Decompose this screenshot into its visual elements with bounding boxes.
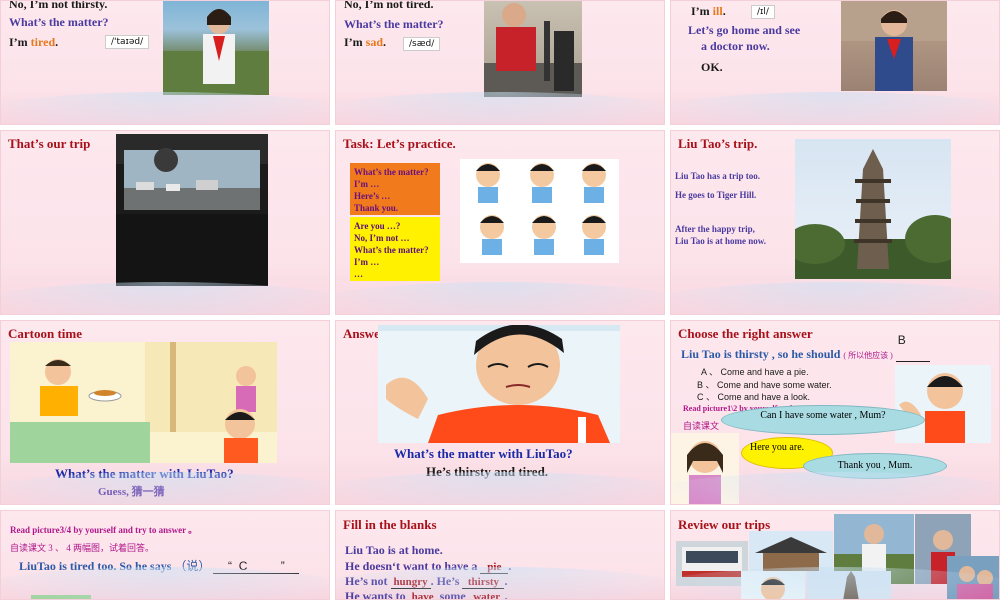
slide3-line1: I’m ill. bbox=[691, 4, 726, 18]
slide10-instruction-cn: 自读课文 3 、 4 两幅图，试着回答。 bbox=[10, 543, 155, 553]
slide6-line1: Liu Tao has a trip too. bbox=[675, 171, 761, 181]
review-bus-photo bbox=[676, 541, 748, 586]
slide11-line2: He doesn‘t want to have a pie. bbox=[345, 559, 512, 574]
slide6-line4: Liu Tao is at home now. bbox=[675, 236, 767, 246]
slide2-line2: What’s the matter? bbox=[344, 17, 444, 31]
slide8-question: What’s the matter with LiuTao? bbox=[394, 446, 573, 461]
slide-7[interactable]: Cartoon time What’s the matter with LiuT… bbox=[0, 320, 330, 505]
slide10-cartoon-peek bbox=[31, 595, 91, 599]
slide8-answer: He’s thirsty and tired. bbox=[426, 464, 549, 479]
slide1-line1: No, I’m not thirsty. bbox=[9, 0, 108, 11]
slide9-answer: B bbox=[897, 333, 906, 347]
mum-cartoon-image bbox=[671, 433, 739, 504]
cartoon-kitchen-image bbox=[10, 342, 277, 463]
slide-8[interactable]: Answer the question What’s the matter wi… bbox=[335, 320, 665, 505]
orange-dialogue-box: What’s the matter? I’m … Here’s … Thank … bbox=[350, 163, 440, 215]
slide10-sentence: LiuTao is tired too. So he says （说） “ C … bbox=[19, 557, 300, 574]
slide-4[interactable]: That’s our trip bbox=[0, 130, 330, 315]
liutao-cartoon-image bbox=[378, 325, 620, 443]
boy-ill-photo bbox=[841, 1, 947, 91]
slide-10[interactable]: Read picture3/4 by yourself and try to a… bbox=[0, 510, 330, 600]
bus-window-photo bbox=[116, 134, 268, 286]
blank-have: have bbox=[409, 591, 437, 599]
slide2-line1: No, I’m not tired. bbox=[344, 0, 434, 11]
slide1-line2: What’s the matter? bbox=[9, 15, 109, 29]
blank-pie: pie bbox=[480, 561, 509, 574]
slide-3[interactable]: I’m ill. /ɪl/ Let’s go home and see a do… bbox=[670, 0, 1000, 125]
slide6-title: Liu Tao’s trip. bbox=[678, 136, 758, 151]
option-c[interactable]: C 、 Come and have a look. bbox=[697, 390, 810, 403]
option-a[interactable]: A 、 Come and have a pie. bbox=[701, 365, 809, 378]
slide7-question: What’s the matter with LiuTao? bbox=[55, 466, 234, 481]
slide-6[interactable]: Liu Tao’s trip. Liu Tao has a trip too. … bbox=[670, 130, 1000, 315]
slide9-sentence: Liu Tao is thirsty , so he should ( 所以他应… bbox=[681, 333, 930, 362]
slide1-phonetic: /'taɪəd/ bbox=[105, 35, 150, 49]
slide9-instruction-cn: 自读课文 bbox=[683, 421, 720, 431]
slide10-instruction: Read picture3/4 by yourself and try to a… bbox=[10, 525, 198, 535]
slide-1[interactable]: No, I’m not thirsty. What’s the matter? … bbox=[0, 0, 330, 125]
review-cartoon-photo bbox=[741, 571, 805, 599]
slide1-line3: I’m tired. bbox=[9, 35, 59, 49]
slide11-line3: He’s not hungry. He’s thirsty. bbox=[345, 574, 508, 589]
review-people-photo bbox=[947, 556, 999, 599]
slide-11[interactable]: Fill in the blanks Liu Tao is at home. H… bbox=[335, 510, 665, 600]
slide2-phonetic: /sæd/ bbox=[403, 37, 441, 51]
tiger-hill-pagoda-photo bbox=[795, 139, 951, 279]
review-temple-photo bbox=[749, 531, 833, 571]
slide3-line4: OK. bbox=[701, 60, 723, 74]
blank-thirsty: thirsty bbox=[462, 576, 505, 589]
yellow-dialogue-box: Are you …? No, I’m not … What’s the matt… bbox=[350, 217, 440, 281]
slide10-answer: C bbox=[238, 559, 248, 573]
slide7-title: Cartoon time bbox=[8, 326, 83, 341]
blank-water: water bbox=[469, 591, 505, 599]
slide-5[interactable]: Task: Let’s practice. What’s the matter?… bbox=[335, 130, 665, 315]
liutao-small-image bbox=[895, 365, 991, 443]
slide6-line3: After the happy trip, bbox=[675, 224, 755, 234]
slide-9[interactable]: Choose the right answer Liu Tao is thirs… bbox=[670, 320, 1000, 505]
slide3-phonetic: /ɪl/ bbox=[751, 5, 775, 19]
slide6-line2: He goes to Tiger Hill. bbox=[675, 190, 757, 200]
slide2-line3: I’m sad. bbox=[344, 35, 387, 49]
slide4-title: That’s our trip bbox=[8, 136, 91, 151]
slide3-line2: Let’s go home and see bbox=[688, 23, 801, 37]
blank-hungry: hungry bbox=[390, 576, 431, 589]
boy-sad-photo bbox=[484, 1, 582, 97]
girl-photo bbox=[163, 1, 269, 95]
slide3-line3: a doctor now. bbox=[701, 39, 770, 53]
slide5-title: Task: Let’s practice. bbox=[343, 136, 456, 151]
slide7-hint: Guess, 猜一猜 bbox=[98, 486, 165, 498]
slide9-title: Choose the right answer bbox=[678, 326, 813, 341]
slide11-line4: He wants to have some water. bbox=[345, 589, 508, 599]
speech-bubble-thanks: Thank you , Mum. bbox=[803, 453, 947, 479]
slide11-line1: Liu Tao is at home. bbox=[345, 543, 443, 557]
slide11-title: Fill in the blanks bbox=[343, 517, 437, 532]
slide-2[interactable]: No, I’m not tired. What’s the matter? I’… bbox=[335, 0, 665, 125]
speech-bubble-water: Can I have some water , Mum? bbox=[721, 405, 925, 435]
review-pagoda-photo bbox=[807, 571, 891, 599]
cartoon-kids-grid bbox=[460, 159, 619, 263]
slide-12[interactable]: Review our trips bbox=[670, 510, 1000, 600]
